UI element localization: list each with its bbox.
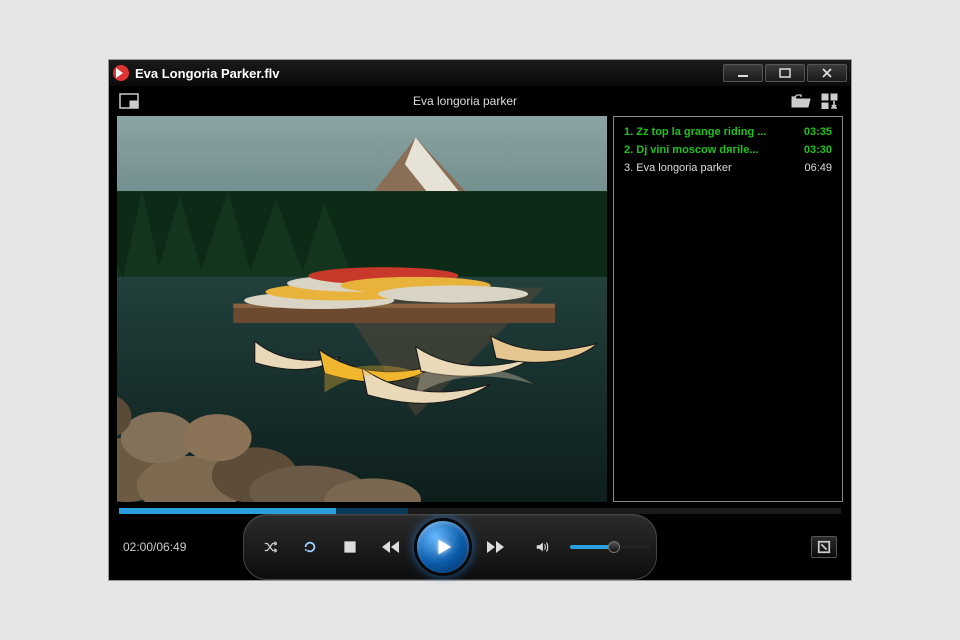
fullscreen-button[interactable]: [811, 536, 837, 558]
titlebar: Eva Longoria Parker.flv: [109, 60, 851, 86]
playlist-item-index: 1: [624, 126, 630, 138]
maximize-icon: [779, 68, 791, 78]
mute-button[interactable]: [522, 529, 562, 565]
app-icon: [113, 65, 129, 81]
stop-icon: [341, 538, 359, 556]
forward-icon: [487, 538, 505, 556]
playlist-item-duration: 03:30: [804, 144, 832, 156]
play-icon: [432, 535, 454, 559]
video-viewport[interactable]: [117, 116, 607, 502]
maximize-button[interactable]: [765, 64, 805, 82]
video-frame-scene: [117, 116, 607, 502]
close-button[interactable]: [807, 64, 847, 82]
window-title: Eva Longoria Parker.flv: [135, 66, 721, 81]
minimize-icon: [737, 68, 749, 78]
forward-button[interactable]: [476, 529, 516, 565]
playlist-item-duration: 03:35: [804, 126, 832, 138]
speaker-icon: [535, 540, 549, 554]
playlist-panel: 1. Zz top la grange riding ... 03:35 2. …: [613, 116, 843, 502]
compact-view-button[interactable]: [119, 93, 139, 109]
repeat-button[interactable]: [290, 529, 330, 565]
playlist-item-duration: 06:49: [804, 162, 832, 174]
shuffle-button[interactable]: [250, 529, 290, 565]
shuffle-icon: [263, 540, 277, 554]
volume-knob[interactable]: [608, 541, 620, 553]
stop-button[interactable]: [330, 529, 370, 565]
rewind-button[interactable]: [370, 529, 410, 565]
seek-bar[interactable]: [119, 508, 841, 514]
volume-slider[interactable]: [570, 545, 650, 549]
transport-cluster: [243, 514, 657, 580]
playlist-item-index: 2: [624, 144, 630, 156]
now-playing-title: Eva longoria parker: [139, 94, 791, 108]
main-area: 1. Zz top la grange riding ... 03:35 2. …: [109, 116, 851, 502]
toolbar: Eva longoria parker: [109, 86, 851, 116]
play-button[interactable]: [414, 518, 472, 576]
playlist-item-title: Zz top la grange riding ...: [636, 126, 766, 138]
playlist-item-index: 3: [624, 162, 630, 174]
close-icon: [821, 68, 833, 78]
time-display: 02:00/06:49: [123, 540, 233, 554]
seek-fill: [119, 508, 336, 514]
minimize-button[interactable]: [723, 64, 763, 82]
rewind-icon: [381, 538, 399, 556]
toggle-playlist-button[interactable]: [821, 93, 841, 109]
repeat-icon: [303, 540, 317, 554]
playlist-item-title: Eva longoria parker: [636, 162, 731, 174]
open-file-button[interactable]: [791, 93, 811, 109]
playlist-item[interactable]: 2. Dj vini moscow dягile... 03:30: [618, 141, 838, 159]
folder-open-icon: [791, 93, 811, 109]
player-window: Eva Longoria Parker.flv Eva longoria par…: [108, 59, 852, 581]
compact-view-icon: [119, 93, 139, 109]
playlist-item-title: Dj vini moscow dягile...: [636, 144, 758, 156]
playlist-toggle-icon: [821, 93, 841, 109]
fullscreen-icon: [817, 540, 831, 554]
control-bar: 02:00/06:49: [109, 514, 851, 580]
playlist-item[interactable]: 1. Zz top la grange riding ... 03:35: [618, 123, 838, 141]
playlist-item[interactable]: 3. Eva longoria parker 06:49: [618, 159, 838, 177]
